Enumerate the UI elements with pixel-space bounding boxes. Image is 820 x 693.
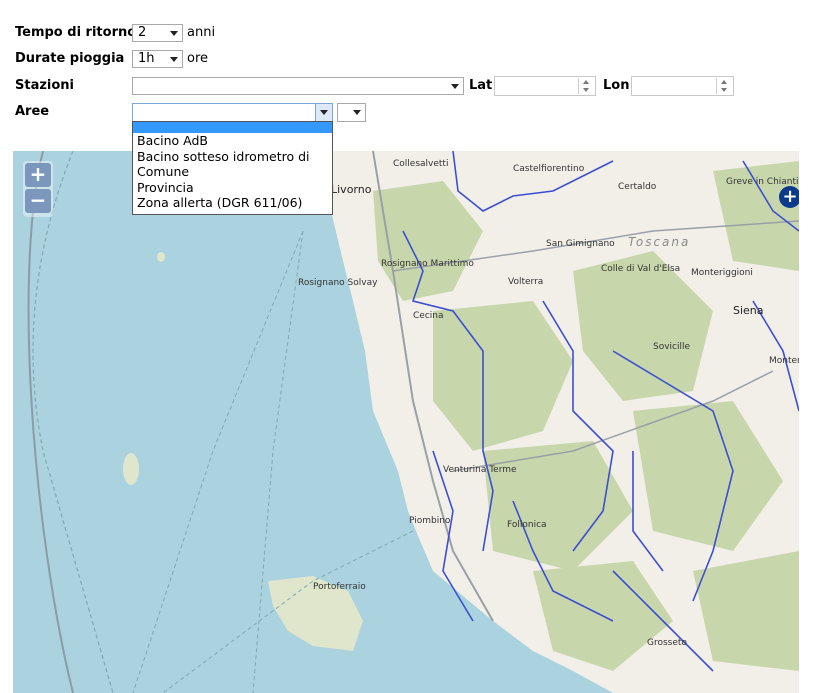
lon-spinner[interactable] xyxy=(716,78,731,94)
tempo-select[interactable]: 2 xyxy=(132,24,183,42)
tempo-label: Tempo di ritorno xyxy=(15,25,137,40)
durate-label: Durate pioggia xyxy=(15,51,125,66)
aree-dropdown-button[interactable] xyxy=(315,104,332,121)
town-grosseto: Grosseto xyxy=(647,638,687,648)
town-colle: Colle di Val d'Elsa xyxy=(601,264,680,274)
aree-option-provincia[interactable]: Provincia xyxy=(133,180,332,196)
town-venturina: Venturina Terme xyxy=(443,465,517,475)
spin-down-icon[interactable] xyxy=(579,86,593,94)
lon-label: Lon xyxy=(603,78,630,93)
town-rosignano-marittimo: Rosignano Marittimo xyxy=(381,259,474,269)
chevron-down-icon xyxy=(170,57,178,62)
map-view[interactable]: Collesalvetti Castelfiorentino Certaldo … xyxy=(13,151,799,693)
aree-dropdown-list[interactable]: Bacino AdB Bacino sotteso idrometro di C… xyxy=(132,121,333,215)
stazioni-select[interactable] xyxy=(132,77,464,95)
town-san-gimignano: San Gimignano xyxy=(546,239,615,249)
aree-sub-select[interactable] xyxy=(337,103,366,122)
aree-option-empty[interactable] xyxy=(133,122,332,133)
spin-down-icon[interactable] xyxy=(717,86,731,94)
zoom-out-button[interactable]: − xyxy=(25,189,51,213)
zoom-control: + − xyxy=(23,161,53,217)
town-follonica: Follonica xyxy=(507,520,547,530)
town-monte: Monter xyxy=(769,356,799,366)
zoom-in-button[interactable]: + xyxy=(25,163,51,187)
layer-switcher-button[interactable]: + xyxy=(779,186,799,208)
chevron-down-icon xyxy=(320,110,328,115)
durate-select[interactable]: 1h xyxy=(132,50,183,68)
town-rosignano-solvay: Rosignano Solvay xyxy=(298,278,378,288)
aree-option-comune[interactable]: Comune xyxy=(133,164,332,180)
map-tiles: Collesalvetti Castelfiorentino Certaldo … xyxy=(13,151,799,693)
durate-unit: ore xyxy=(187,51,209,66)
stazioni-label: Stazioni xyxy=(15,78,75,93)
aree-label: Aree xyxy=(15,104,50,119)
town-cecina: Cecina xyxy=(413,311,444,321)
lat-spinner[interactable] xyxy=(578,78,593,94)
spin-up-icon[interactable] xyxy=(717,78,731,86)
durate-value: 1h xyxy=(138,51,155,66)
tempo-unit: anni xyxy=(187,25,216,40)
town-piombino: Piombino xyxy=(409,516,451,526)
town-castelfiorentino: Castelfiorentino xyxy=(513,164,585,174)
lat-input[interactable] xyxy=(494,76,596,96)
chevron-down-icon xyxy=(353,110,361,115)
chevron-down-icon xyxy=(451,84,459,89)
aree-option-bacino-sotteso[interactable]: Bacino sotteso idrometro di xyxy=(133,149,332,165)
spin-up-icon[interactable] xyxy=(579,78,593,86)
town-livorno: Livorno xyxy=(331,183,372,196)
tempo-value: 2 xyxy=(138,25,147,40)
town-certaldo: Certaldo xyxy=(618,182,657,192)
town-portoferraio: Portoferraio xyxy=(313,582,366,592)
chevron-down-icon xyxy=(170,31,178,36)
town-collesalvetti: Collesalvetti xyxy=(393,159,448,169)
aree-option-zona-allerta[interactable]: Zona allerta (DGR 611/06) xyxy=(133,195,332,211)
town-siena: Siena xyxy=(733,304,764,317)
town-sovicille: Sovicille xyxy=(653,342,690,352)
town-monteriggioni: Monteriggioni xyxy=(691,268,753,278)
lat-label: Lat xyxy=(469,78,493,93)
town-volterra: Volterra xyxy=(508,277,543,287)
lon-input[interactable] xyxy=(631,76,734,96)
aree-option-bacino-adb[interactable]: Bacino AdB xyxy=(133,133,332,149)
region-label: Toscana xyxy=(628,235,690,249)
aree-select[interactable] xyxy=(132,103,333,122)
